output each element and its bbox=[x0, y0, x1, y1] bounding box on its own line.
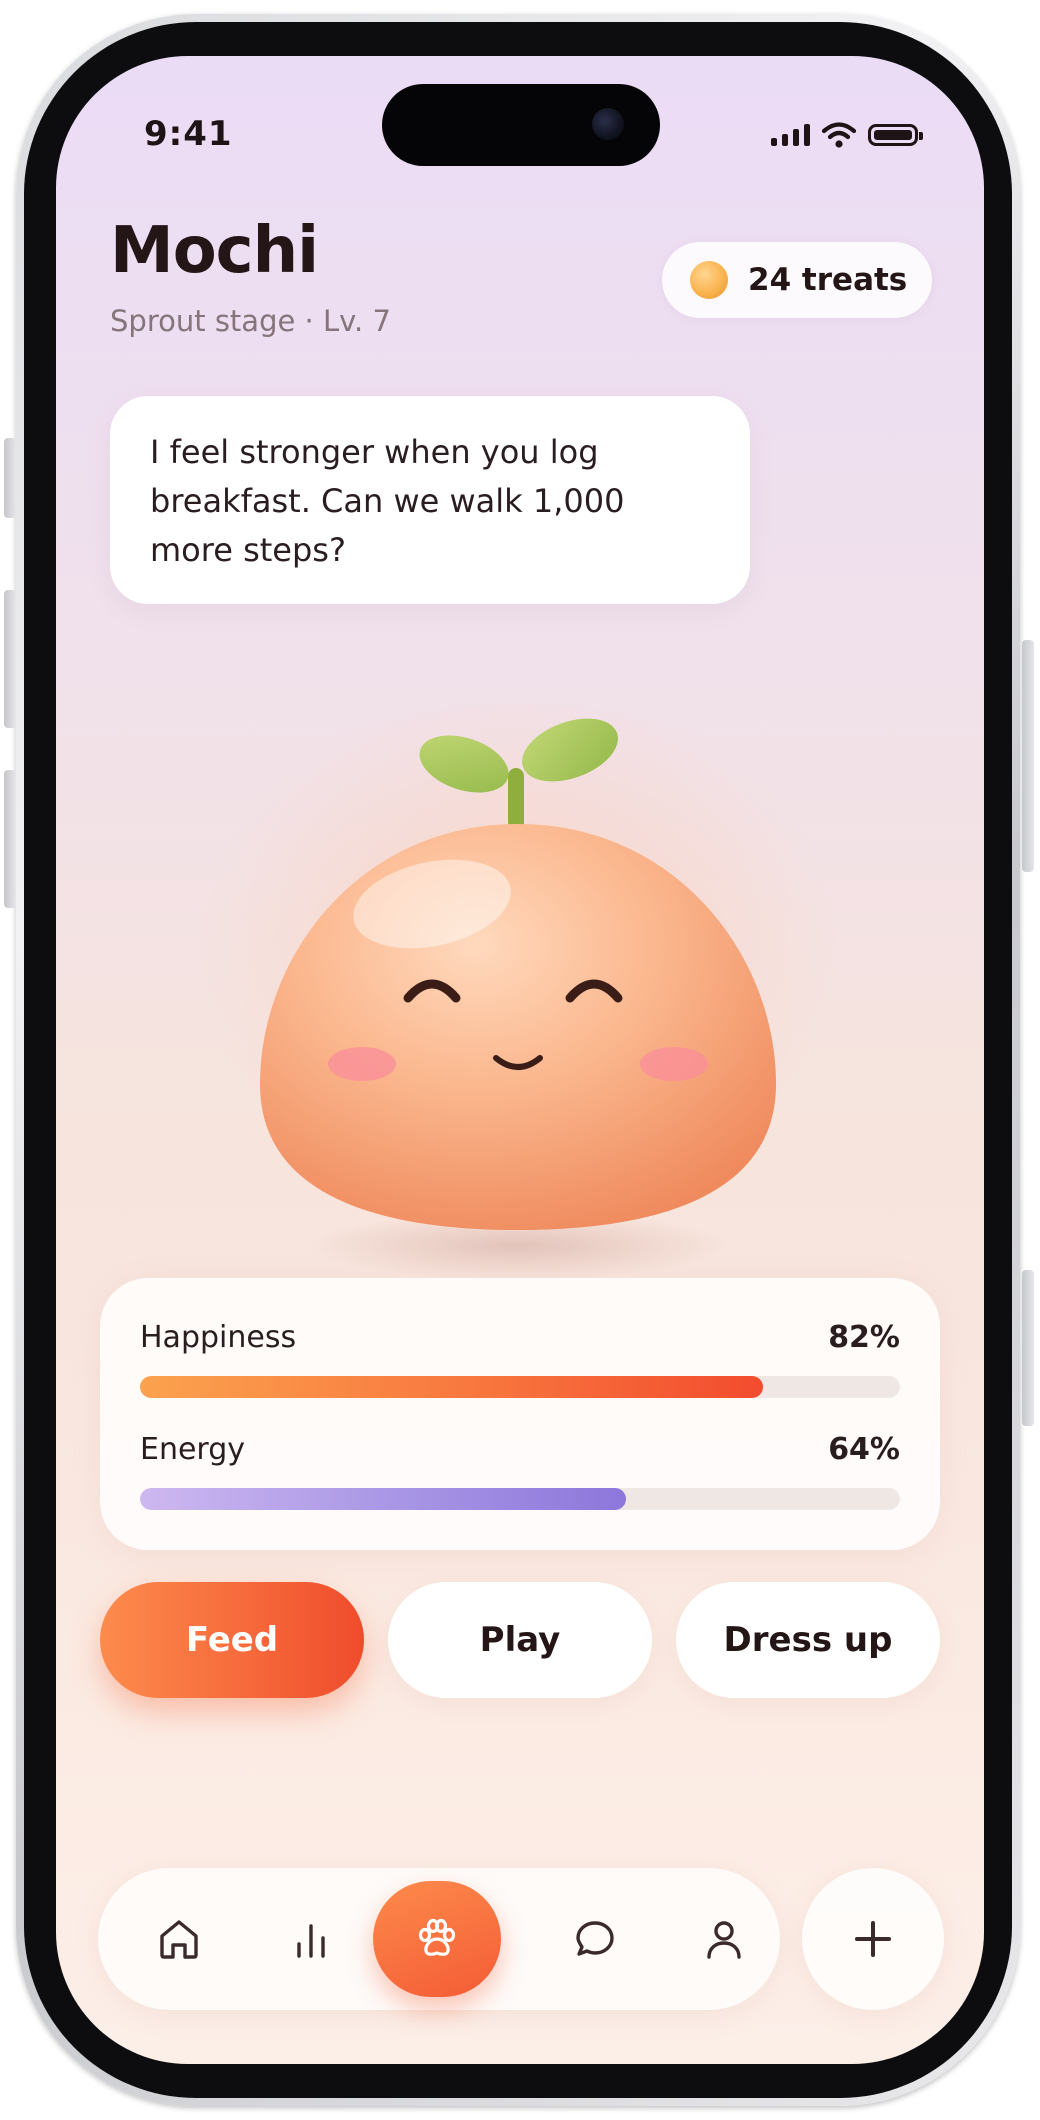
volume-down-button bbox=[4, 770, 16, 908]
nav-home[interactable] bbox=[143, 1903, 215, 1975]
nav-chat[interactable] bbox=[559, 1903, 631, 1975]
energy-value: 64% bbox=[828, 1432, 900, 1467]
feed-button[interactable]: Feed bbox=[100, 1582, 364, 1698]
pet-speech-bubble: I feel stronger when you log breakfast. … bbox=[110, 396, 750, 604]
dress-up-button[interactable]: Dress up bbox=[676, 1582, 940, 1698]
sprout-stem bbox=[508, 768, 524, 830]
happiness-value: 82% bbox=[828, 1320, 900, 1355]
play-button[interactable]: Play bbox=[388, 1582, 652, 1698]
plus-icon bbox=[855, 1921, 891, 1957]
nav-profile[interactable] bbox=[688, 1903, 760, 1975]
happiness-bar bbox=[140, 1376, 900, 1398]
nav-pet[interactable] bbox=[373, 1881, 501, 1997]
treats-count: 24 treats bbox=[748, 262, 908, 298]
paw-icon bbox=[418, 1918, 456, 1956]
wifi-icon bbox=[822, 122, 856, 148]
energy-label: Energy bbox=[140, 1432, 246, 1467]
volume-up-button bbox=[4, 590, 16, 728]
camera-icon bbox=[592, 108, 624, 140]
stats-card: Happiness 82% Energy 64% bbox=[100, 1278, 940, 1550]
pet-name: Mochi bbox=[110, 214, 319, 288]
pet-character[interactable] bbox=[56, 646, 984, 1316]
add-button[interactable] bbox=[802, 1868, 944, 2010]
status-time: 9:41 bbox=[144, 114, 233, 154]
battery-icon bbox=[868, 124, 923, 146]
pet-stage-level: Sprout stage · Lv. 7 bbox=[110, 304, 391, 338]
profile-icon bbox=[707, 1921, 741, 1959]
bottom-nav bbox=[98, 1868, 780, 2010]
mute-switch bbox=[4, 438, 16, 518]
nav-stats[interactable] bbox=[275, 1903, 347, 1975]
treats-badge[interactable]: 24 treats bbox=[662, 242, 932, 318]
status-icons bbox=[771, 122, 923, 148]
screen: 9:41 Mochi Sprout stage · Lv. 7 24 treat… bbox=[56, 56, 984, 2064]
stats-icon bbox=[297, 1924, 325, 1958]
energy-bar bbox=[140, 1488, 900, 1510]
home-icon bbox=[160, 1920, 198, 1959]
coin-icon bbox=[690, 261, 728, 299]
power-button bbox=[1022, 640, 1034, 872]
dynamic-island bbox=[382, 84, 660, 166]
side-button-lower bbox=[1022, 1270, 1034, 1426]
happiness-label: Happiness bbox=[140, 1320, 297, 1355]
signal-icon bbox=[771, 124, 810, 146]
energy-bar-fill bbox=[140, 1488, 627, 1510]
chat-icon bbox=[576, 1921, 614, 1956]
happiness-bar-fill bbox=[140, 1376, 764, 1398]
